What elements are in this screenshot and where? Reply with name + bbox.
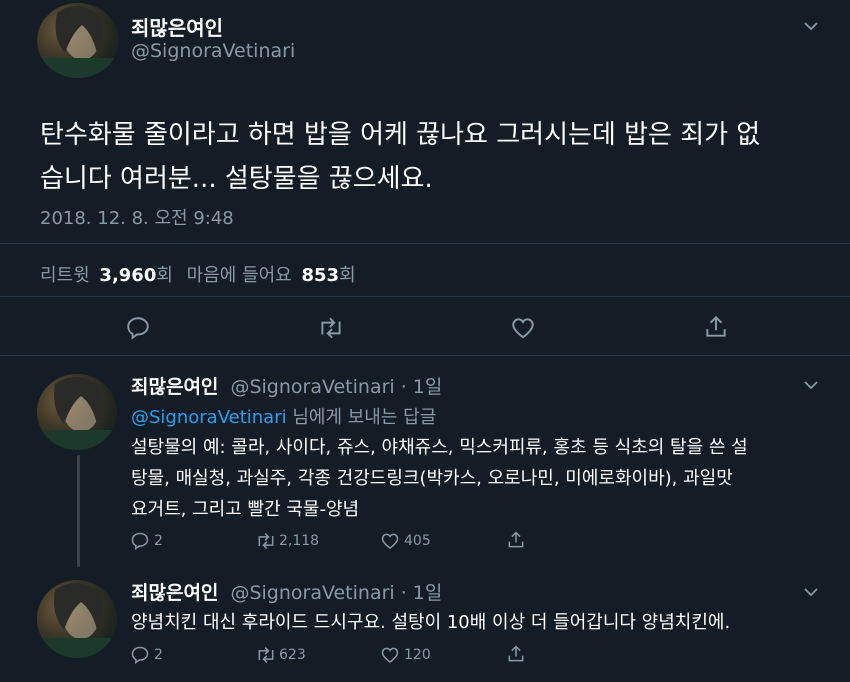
likes-label: 마음에 들어요 xyxy=(186,265,292,286)
share-button[interactable] xyxy=(506,530,526,550)
display-name[interactable]: 죄많은여인 xyxy=(131,376,218,398)
reply-header: 죄많은여인 @SignoraVetinari · 1일 xyxy=(131,578,442,605)
divider xyxy=(0,355,850,356)
like-count: 120 xyxy=(404,647,431,663)
chevron-down-icon[interactable] xyxy=(802,377,820,391)
share-button[interactable] xyxy=(506,644,526,664)
reply-text-line-3: 요거트, 그리고 빨간 국물-양념 xyxy=(131,499,360,520)
reply-text-line-2: 탕물, 매실청, 과실주, 각종 건강드링크(박카스, 오로나민, 미에로화이바… xyxy=(131,468,733,489)
retweets-label: 리트윗 xyxy=(40,265,90,286)
reply-header: 죄많은여인 @SignoraVetinari · 1일 xyxy=(131,372,442,399)
reply-count: 2 xyxy=(154,533,163,549)
reply-icon xyxy=(131,532,149,550)
thread-line xyxy=(77,455,80,567)
share-icon xyxy=(508,531,524,548)
reply-to-handle[interactable]: @SignoraVetinari xyxy=(131,407,287,428)
retweet-count: 623 xyxy=(279,647,306,663)
tweet-text-line-1: 탄수화물 줄이라고 하면 밥을 어케 끊나요 그러시는데 밥은 죄가 없 xyxy=(40,120,761,150)
share-button[interactable] xyxy=(703,314,729,340)
like-count: 405 xyxy=(404,533,431,549)
retweet-button[interactable] xyxy=(317,315,345,341)
reply-text-line-1: 양념치킨 대신 후라이드 드시구요. 설탕이 10배 이상 더 들어갑니다 양념… xyxy=(131,612,731,633)
avatar[interactable] xyxy=(37,3,119,78)
reply-text-line-1: 설탕물의 예: 콜라, 사이다, 쥬스, 야채쥬스, 믹스커피류, 홍초 등 식… xyxy=(131,437,748,458)
retweets-unit: 회 xyxy=(156,265,173,286)
reply-count: 2 xyxy=(154,647,163,663)
divider xyxy=(0,243,850,244)
like-button[interactable]: 120 xyxy=(380,645,431,665)
reply-button[interactable]: 2 xyxy=(130,531,163,551)
reply-to-line: @SignoraVetinari 님에게 보내는 답글 xyxy=(131,403,436,429)
handle[interactable]: @SignoraVetinari xyxy=(131,40,295,62)
display-name[interactable]: 죄많은여인 xyxy=(131,12,223,41)
retweet-icon xyxy=(321,317,341,339)
heart-icon xyxy=(381,647,399,664)
share-icon xyxy=(508,645,524,662)
tweet-text-line-2: 습니다 여러분... 설탕물을 끊으세요. xyxy=(40,164,433,194)
chevron-down-icon[interactable] xyxy=(802,18,820,32)
like-button[interactable] xyxy=(510,315,536,341)
reply-to-suffix: 님에게 보내는 답글 xyxy=(292,407,437,428)
like-button[interactable]: 405 xyxy=(380,531,431,551)
retweet-button[interactable]: 623 xyxy=(255,645,306,665)
share-icon xyxy=(706,315,726,337)
retweet-count: 2,118 xyxy=(279,533,320,549)
avatar[interactable] xyxy=(37,374,117,450)
handle-time[interactable]: @SignoraVetinari · 1일 xyxy=(230,582,442,604)
likes-unit: 회 xyxy=(339,265,356,286)
chevron-down-icon[interactable] xyxy=(802,584,820,598)
heart-icon xyxy=(512,318,534,339)
reply-button[interactable] xyxy=(125,315,151,341)
retweet-icon xyxy=(258,532,274,550)
handle-time[interactable]: @SignoraVetinari · 1일 xyxy=(230,376,442,398)
tweet-stats: 리트윗 3,960회 마음에 들어요 853회 xyxy=(40,261,356,287)
timestamp[interactable]: 2018. 12. 8. 오전 9:48 xyxy=(40,204,234,230)
heart-icon xyxy=(381,533,399,550)
reply-icon xyxy=(131,646,149,664)
divider xyxy=(0,296,850,297)
reply-button[interactable]: 2 xyxy=(130,645,163,665)
retweets-count[interactable]: 3,960 xyxy=(99,265,156,286)
likes-count[interactable]: 853 xyxy=(301,265,339,286)
reply-icon xyxy=(127,317,149,340)
retweet-button[interactable]: 2,118 xyxy=(255,531,319,551)
avatar[interactable] xyxy=(37,580,117,658)
retweet-icon xyxy=(258,646,274,664)
display-name[interactable]: 죄많은여인 xyxy=(131,582,218,604)
